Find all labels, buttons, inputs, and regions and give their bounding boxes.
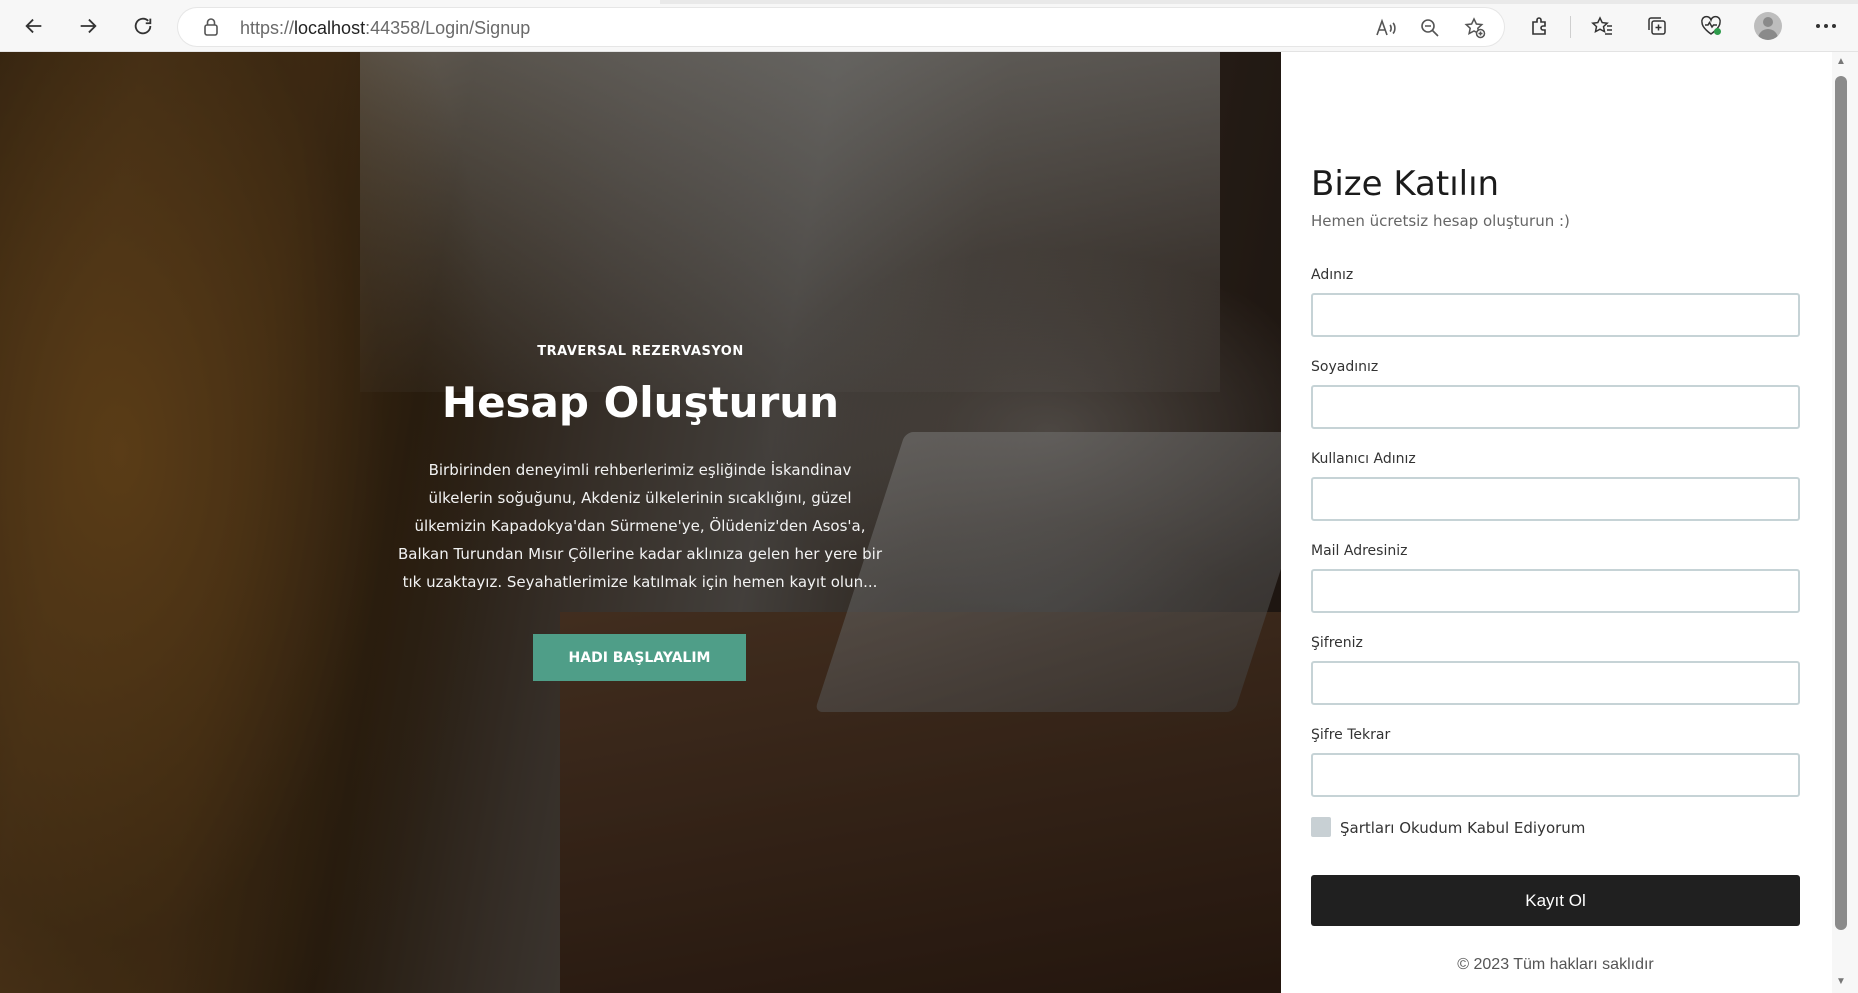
favorites-icon[interactable] xyxy=(1588,12,1616,40)
read-aloud-icon[interactable] xyxy=(1374,16,1398,40)
scroll-down-icon[interactable]: ▼ xyxy=(1835,976,1847,988)
form-subtitle: Hemen ücretsiz hesap oluşturun :) xyxy=(1311,212,1570,230)
active-tab[interactable] xyxy=(0,0,660,4)
password-confirm-label: Şifre Tekrar xyxy=(1311,727,1391,743)
hero-section: TRAVERSAL REZERVASYON Hesap Oluşturun Bi… xyxy=(0,52,1281,993)
add-favorite-icon[interactable] xyxy=(1463,16,1487,40)
scrollbar-thumb[interactable] xyxy=(1835,76,1847,930)
username-field[interactable] xyxy=(1311,477,1800,521)
terms-label[interactable]: Şartları Okudum Kabul Ediyorum xyxy=(1340,819,1585,837)
url-text[interactable]: https://localhost:44358/Login/Signup xyxy=(240,18,530,39)
username-label: Kullanıcı Adınız xyxy=(1311,451,1416,467)
form-title: Bize Katılın xyxy=(1311,164,1500,204)
profile-avatar-icon[interactable] xyxy=(1754,12,1782,40)
scroll-up-icon[interactable]: ▲ xyxy=(1835,56,1847,68)
more-icon[interactable] xyxy=(1812,12,1840,40)
email-field[interactable] xyxy=(1311,569,1800,613)
get-started-button[interactable]: HADI BAŞLAYALIM xyxy=(533,634,746,681)
refresh-icon[interactable] xyxy=(127,10,159,42)
brand-name: TRAVERSAL REZERVASYON xyxy=(537,344,744,359)
hero-title: Hesap Oluşturun xyxy=(441,378,840,427)
lock-icon[interactable] xyxy=(202,17,220,42)
password-field[interactable] xyxy=(1311,661,1800,705)
browser-toolbar: https://localhost:44358/Login/Signup xyxy=(0,0,1858,52)
email-label: Mail Adresiniz xyxy=(1311,543,1408,559)
copyright-footer: © 2023 Tüm hakları saklıdır xyxy=(1457,956,1654,973)
browser-essentials-icon[interactable] xyxy=(1697,12,1725,40)
last-name-label: Soyadınız xyxy=(1311,359,1379,375)
address-bar[interactable]: https://localhost:44358/Login/Signup xyxy=(178,8,1504,46)
password-label: Şifreniz xyxy=(1311,635,1363,651)
collections-icon[interactable] xyxy=(1643,12,1671,40)
tab-strip xyxy=(0,0,1858,4)
extensions-icon[interactable] xyxy=(1526,12,1554,40)
signup-panel: Bize Katılın Hemen ücretsiz hesap oluştu… xyxy=(1281,52,1858,993)
first-name-field[interactable] xyxy=(1311,293,1800,337)
back-icon[interactable] xyxy=(18,10,50,42)
first-name-label: Adınız xyxy=(1311,267,1354,283)
last-name-field[interactable] xyxy=(1311,385,1800,429)
terms-checkbox[interactable] xyxy=(1311,817,1331,837)
signup-button[interactable]: Kayıt Ol xyxy=(1311,875,1800,926)
forward-icon[interactable] xyxy=(72,10,104,42)
toolbar-separator xyxy=(1570,16,1571,38)
hero-description: Birbirinden deneyimli rehberlerimiz eşli… xyxy=(397,461,883,591)
password-confirm-field[interactable] xyxy=(1311,753,1800,797)
hero-content: TRAVERSAL REZERVASYON Hesap Oluşturun Bi… xyxy=(0,52,1281,993)
zoom-out-icon[interactable] xyxy=(1418,16,1442,40)
